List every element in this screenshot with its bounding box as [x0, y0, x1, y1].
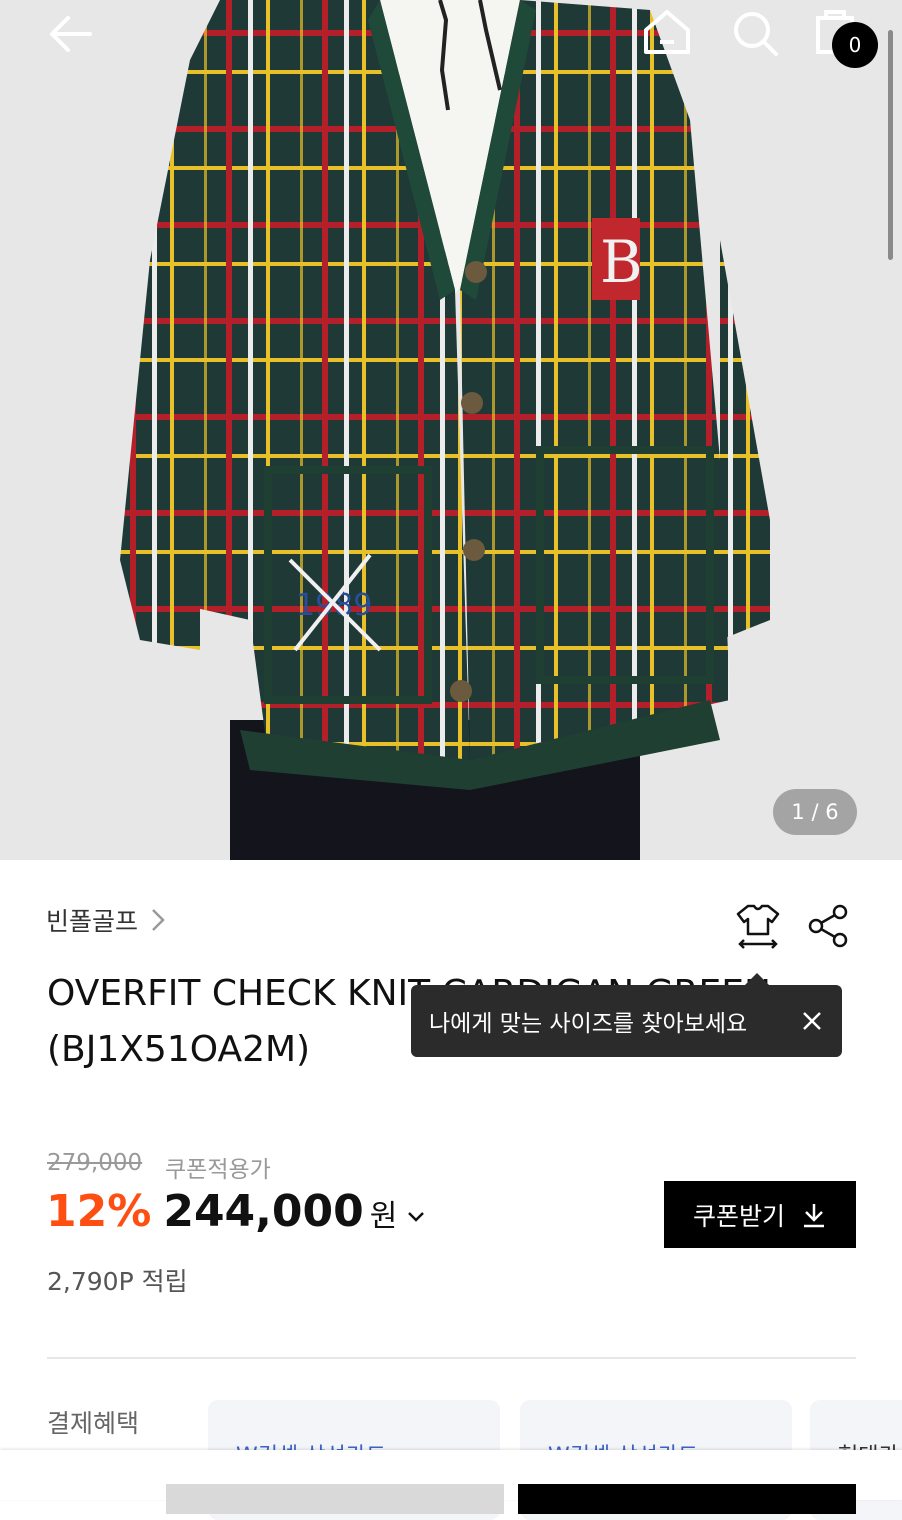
size-tooltip: 나에게 맞는 사이즈를 찾아보세요: [411, 973, 842, 1057]
svg-text:B: B: [600, 228, 643, 296]
payment-benefits-label: 결제혜택: [47, 1409, 140, 1438]
divider: [47, 1357, 856, 1359]
coupon-download-button[interactable]: 쿠폰받기: [664, 1181, 856, 1248]
size-tooltip-text: 나에게 맞는 사이즈를 찾아보세요: [429, 1011, 748, 1037]
bottom-action-bar: [0, 1450, 902, 1514]
product-image[interactable]: B 1989 0 1: [0, 0, 902, 860]
size-guide-icon[interactable]: [732, 900, 784, 952]
home-icon[interactable]: [636, 4, 698, 62]
chevron-right-icon: [152, 909, 165, 931]
sale-price: 244,000: [163, 1186, 364, 1237]
cart-count-badge: 0: [832, 22, 878, 68]
coupon-price-label: 쿠폰적용가: [165, 1157, 271, 1183]
product-code: (BJ1X51OA2M): [47, 1029, 311, 1070]
coupon-button-label: 쿠폰받기: [692, 1201, 785, 1231]
chevron-down-icon[interactable]: [405, 1205, 427, 1227]
back-arrow-icon[interactable]: [40, 6, 100, 62]
price-row[interactable]: 12% 244,000 원: [46, 1186, 427, 1246]
close-icon[interactable]: [798, 1007, 826, 1035]
discount-rate: 12%: [46, 1186, 152, 1237]
brand-name: 빈폴골프: [46, 907, 139, 936]
add-to-cart-button[interactable]: [166, 1484, 504, 1514]
search-icon[interactable]: [724, 4, 786, 62]
brand-link[interactable]: 빈폴골프: [46, 900, 166, 940]
original-price: 279,000: [47, 1150, 143, 1176]
currency-unit: 원: [369, 1199, 398, 1234]
download-icon: [804, 1203, 824, 1227]
image-counter: 1 / 6: [773, 789, 857, 835]
share-icon[interactable]: [804, 902, 852, 950]
reward-points: 2,790P 적립: [47, 1267, 188, 1296]
scrollbar-thumb[interactable]: [888, 30, 893, 260]
buy-now-button[interactable]: [518, 1484, 856, 1514]
cardigan-photo: B 1989: [0, 0, 902, 860]
